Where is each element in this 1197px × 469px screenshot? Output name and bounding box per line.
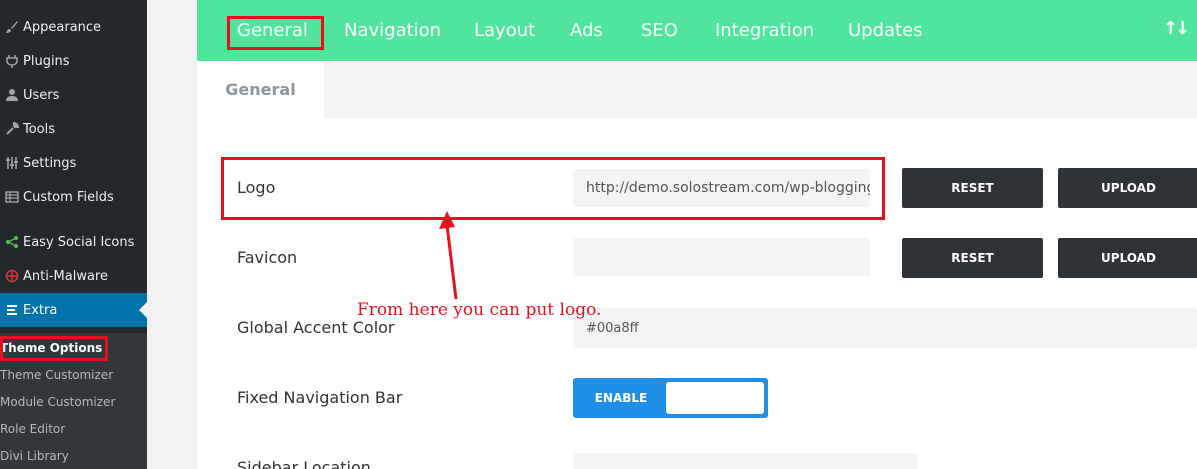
sidebar-item-label: Easy Social Icons bbox=[23, 234, 135, 250]
accent-color-input[interactable]: #00a8ff bbox=[573, 308, 1197, 348]
tab-integration[interactable]: Integration bbox=[715, 0, 814, 61]
sidebar-item-settings[interactable]: Settings bbox=[0, 146, 147, 180]
sidebar-item-label: Users bbox=[23, 87, 60, 103]
sidebar-item-extra[interactable]: Extra bbox=[0, 293, 147, 327]
sidebar-item-label: Extra bbox=[23, 302, 58, 318]
sidebar-item-label: Appearance bbox=[23, 19, 102, 35]
logo-reset-button[interactable]: RESET bbox=[902, 168, 1043, 208]
sidebar-item-label: Tools bbox=[23, 121, 56, 137]
sliders-icon bbox=[0, 156, 23, 170]
sidebar-item-label: Custom Fields bbox=[23, 189, 114, 205]
toggle-enable-label: ENABLE bbox=[594, 391, 648, 405]
logo-upload-button[interactable]: UPLOAD bbox=[1058, 168, 1197, 208]
sidebar-item-label: Plugins bbox=[23, 53, 70, 69]
sidebar-item-tools[interactable]: Tools bbox=[0, 112, 147, 146]
tab-general-highlight bbox=[227, 16, 324, 50]
sidebar-item-label: Settings bbox=[23, 155, 77, 171]
share-icon bbox=[0, 235, 23, 249]
accent-color-label: Global Accent Color bbox=[237, 318, 395, 337]
annotation-text: From here you can put logo. bbox=[357, 300, 602, 320]
submenu-item-module-customizer[interactable]: Module Customizer bbox=[0, 389, 147, 415]
sidebar-item-label: Anti-Malware bbox=[23, 268, 108, 284]
tab-ads[interactable]: Ads bbox=[570, 0, 603, 61]
plug-icon bbox=[0, 54, 23, 68]
submenu-item-divi-library[interactable]: Divi Library bbox=[0, 443, 147, 469]
subtab-general[interactable]: General bbox=[197, 61, 324, 118]
user-icon bbox=[0, 88, 23, 102]
subtab-bar bbox=[197, 61, 1197, 118]
fixed-nav-label: Fixed Navigation Bar bbox=[237, 388, 403, 407]
wrench-icon bbox=[0, 122, 23, 136]
sort-arrows-icon[interactable]: ↑↓ bbox=[1163, 18, 1190, 39]
sidebar-item-users[interactable]: Users bbox=[0, 78, 147, 112]
extra-icon bbox=[0, 303, 23, 317]
sidebar-location-select[interactable] bbox=[573, 453, 917, 469]
favicon-upload-button[interactable]: UPLOAD bbox=[1058, 238, 1197, 278]
wp-admin-screen: Appearance Plugins Users Tools Settings … bbox=[0, 0, 1197, 469]
table-icon bbox=[0, 190, 23, 204]
theme-options-highlight bbox=[0, 336, 108, 361]
sidebar-item-easy-social-icons[interactable]: Easy Social Icons bbox=[0, 225, 147, 259]
paintbrush-icon bbox=[0, 20, 23, 34]
submenu-item-role-editor[interactable]: Role Editor bbox=[0, 416, 147, 442]
tab-seo[interactable]: SEO bbox=[641, 0, 678, 61]
logo-row-highlight bbox=[221, 157, 885, 220]
sidebar-item-anti-malware[interactable]: Anti-Malware bbox=[0, 259, 147, 293]
tab-navigation[interactable]: Navigation bbox=[344, 0, 441, 61]
favicon-label: Favicon bbox=[237, 248, 298, 267]
tab-updates[interactable]: Updates bbox=[848, 0, 923, 61]
submenu-item-theme-customizer[interactable]: Theme Customizer bbox=[0, 362, 147, 388]
toggle-knob bbox=[666, 382, 764, 414]
sidebar-item-plugins[interactable]: Plugins bbox=[0, 44, 147, 78]
active-indicator-arrow bbox=[139, 302, 147, 318]
favicon-url-input[interactable] bbox=[573, 238, 870, 276]
favicon-reset-button[interactable]: RESET bbox=[902, 238, 1043, 278]
admin-sidebar: Appearance Plugins Users Tools Settings … bbox=[0, 0, 147, 469]
shield-icon bbox=[0, 269, 23, 283]
tab-layout[interactable]: Layout bbox=[474, 0, 535, 61]
sidebar-item-appearance[interactable]: Appearance bbox=[0, 10, 147, 44]
sidebar-item-custom-fields[interactable]: Custom Fields bbox=[0, 180, 147, 214]
annotation-arrow bbox=[439, 211, 458, 300]
sidebar-location-label: Sidebar Location bbox=[237, 458, 371, 469]
fixed-nav-toggle[interactable]: ENABLE bbox=[573, 378, 768, 418]
